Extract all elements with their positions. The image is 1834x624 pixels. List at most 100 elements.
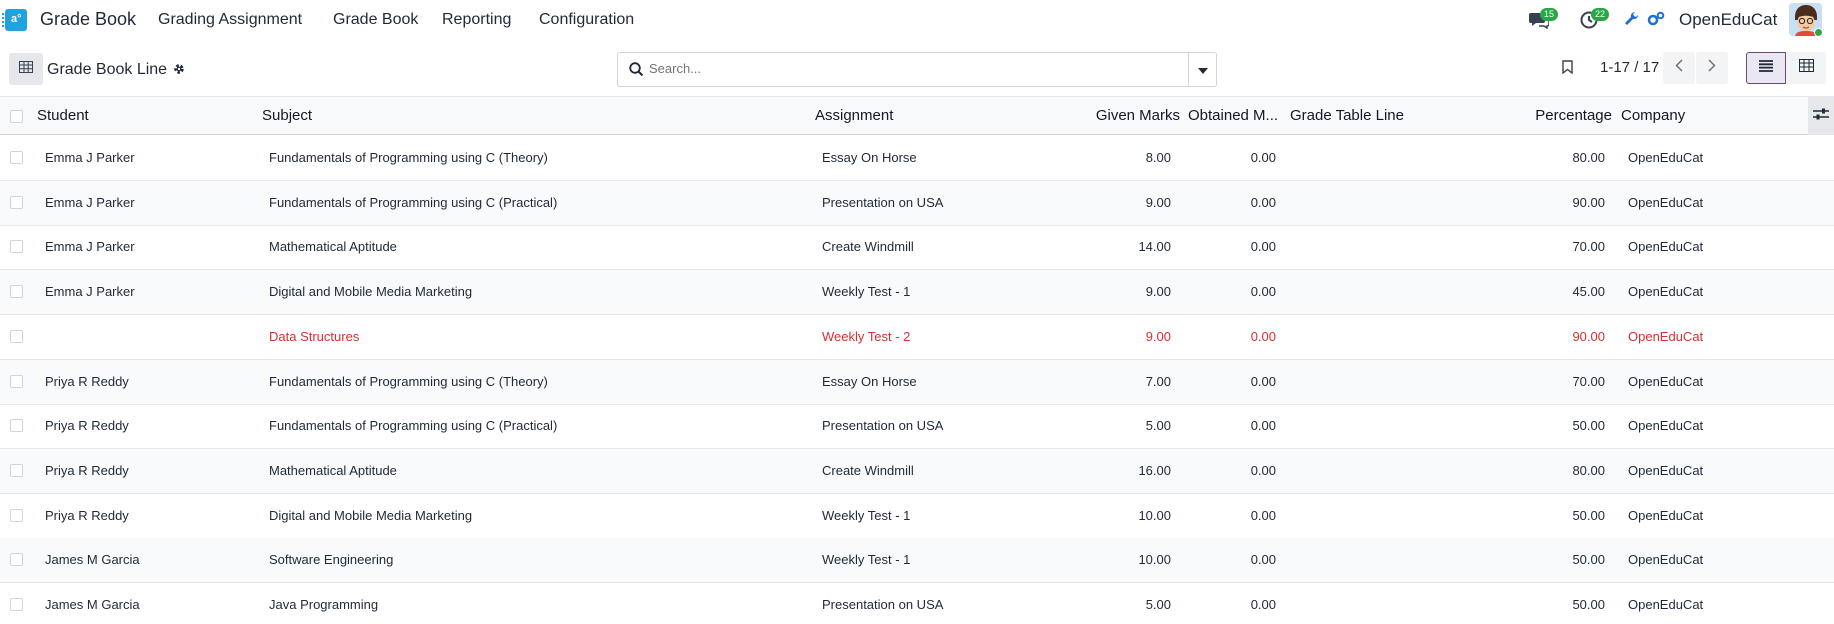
menu-grade-book[interactable]: Grade Book <box>333 11 418 29</box>
row-checkbox[interactable] <box>10 419 23 433</box>
cell-company: OpenEduCat <box>1628 284 1704 300</box>
table-row[interactable]: Emma J Parker Fundamentals of Programming… <box>0 136 1834 181</box>
table-row[interactable]: James M Garcia Software Engineering Weekly… <box>0 538 1834 584</box>
company-switcher[interactable]: OpenEduCat <box>1679 10 1777 30</box>
cell-student: Priya R Reddy <box>45 507 129 523</box>
cell-obtained-marks: 0.00 <box>1250 373 1276 389</box>
cell-subject: Data Structures <box>269 328 360 344</box>
app-icon[interactable]: a° <box>2 9 27 31</box>
cell-subject: Software Engineering <box>269 552 394 568</box>
cell-assignment: Weekly Test - 1 <box>822 552 911 568</box>
search-options-toggle[interactable] <box>1188 53 1216 86</box>
avatar[interactable] <box>1789 3 1822 36</box>
table-row[interactable]: Emma J Parker Fundamentals of Programming… <box>0 180 1834 226</box>
messages-badge: 15 <box>1540 8 1559 21</box>
cell-percentage: 50.00 <box>1572 507 1605 523</box>
pager-previous-button[interactable] <box>1663 52 1695 84</box>
column-header-subject[interactable]: Subject <box>262 107 312 124</box>
cell-subject: Fundamentals of Programming using C (The… <box>269 150 548 165</box>
cell-company: OpenEduCat <box>1628 552 1704 568</box>
list-view-button[interactable] <box>1746 52 1786 84</box>
sidebar-toggle-button[interactable] <box>9 53 43 85</box>
cell-student: James M Garcia <box>45 552 140 568</box>
app-brand[interactable]: Grade Book <box>40 9 136 30</box>
chevron-left-icon <box>1675 59 1683 77</box>
cell-student: James M Garcia <box>45 597 140 612</box>
row-checkbox[interactable] <box>10 553 23 567</box>
cell-given-marks: 9.00 <box>1145 284 1171 300</box>
row-checkbox[interactable] <box>10 285 23 299</box>
cell-subject: Fundamentals of Programming using C (Pra… <box>269 418 558 434</box>
cell-obtained-marks: 0.00 <box>1250 194 1276 210</box>
pager-next-button[interactable] <box>1696 52 1728 84</box>
cell-percentage: 80.00 <box>1572 462 1605 478</box>
column-header-percentage[interactable]: Percentage <box>1515 107 1612 124</box>
column-header-obtained-marks[interactable]: Obtained M... <box>1188 107 1278 124</box>
row-checkbox[interactable] <box>10 374 23 388</box>
cell-percentage: 90.00 <box>1572 328 1605 344</box>
cell-percentage: 70.00 <box>1572 239 1605 255</box>
gear-icon[interactable] <box>172 62 186 81</box>
row-checkbox[interactable] <box>10 151 23 164</box>
search-input[interactable] <box>649 61 1179 76</box>
cell-given-marks: 9.00 <box>1145 328 1171 344</box>
row-checkbox[interactable] <box>10 598 23 611</box>
pivot-view-button[interactable] <box>1786 52 1826 84</box>
cell-assignment: Presentation on USA <box>822 194 944 210</box>
column-header-assignment[interactable]: Assignment <box>815 107 893 124</box>
cell-percentage: 45.00 <box>1572 284 1605 300</box>
select-all-checkbox[interactable] <box>10 110 23 123</box>
table-row[interactable]: Priya R Reddy Fundamentals of Programming… <box>0 359 1834 405</box>
online-status-indicator <box>1814 28 1822 36</box>
cell-percentage: 50.00 <box>1572 597 1605 612</box>
cell-obtained-marks: 0.00 <box>1250 462 1276 478</box>
cell-percentage: 50.00 <box>1572 418 1605 434</box>
cell-student: Emma J Parker <box>45 239 135 255</box>
pager-value[interactable]: 1-17 / 17 <box>1600 59 1659 76</box>
row-checkbox[interactable] <box>10 240 23 254</box>
cell-company: OpenEduCat <box>1628 597 1704 612</box>
clock-icon[interactable]: 22 <box>1580 8 1610 29</box>
cell-percentage: 70.00 <box>1572 373 1605 389</box>
column-header-given-marks[interactable]: Given Marks <box>1090 107 1180 124</box>
cell-student: Emma J Parker <box>45 194 135 210</box>
settings-icon[interactable] <box>1647 11 1665 29</box>
row-checkbox[interactable] <box>10 195 23 209</box>
cell-subject: Java Programming <box>269 597 379 612</box>
row-checkbox[interactable] <box>10 508 23 522</box>
column-header-grade-table-line[interactable]: Grade Table Line <box>1290 107 1404 124</box>
optional-columns-toggle[interactable] <box>1808 97 1834 135</box>
cell-obtained-marks: 0.00 <box>1250 418 1276 434</box>
menu-reporting[interactable]: Reporting <box>442 11 511 29</box>
table-row[interactable]: Data Structures Weekly Test - 2 9.00 0.00 90… <box>0 315 1834 360</box>
menu-configuration[interactable]: Configuration <box>539 11 634 29</box>
bookmark-icon[interactable] <box>1562 60 1573 79</box>
table-row[interactable]: Priya R Reddy Mathematical Aptitude Create… <box>0 448 1834 494</box>
cell-assignment: Presentation on USA <box>822 418 944 434</box>
chat-icon[interactable]: 15 <box>1529 8 1559 30</box>
table-row[interactable]: James M Garcia Java Programming Presentati… <box>0 583 1834 624</box>
cell-company: OpenEduCat <box>1628 373 1704 389</box>
table-row[interactable]: Priya R Reddy Digital and Mobile Media Ma… <box>0 494 1834 539</box>
column-header-company[interactable]: Company <box>1621 107 1685 124</box>
row-checkbox[interactable] <box>10 329 23 343</box>
table-row[interactable]: Priya R Reddy Fundamentals of Programming… <box>0 404 1834 450</box>
cell-company: OpenEduCat <box>1628 328 1704 344</box>
menu-grading-assignment[interactable]: Grading Assignment <box>158 11 302 29</box>
column-header-student[interactable]: Student <box>37 107 89 124</box>
table-row[interactable]: Emma J Parker Mathematical Aptitude Create… <box>0 225 1834 271</box>
cell-assignment: Weekly Test - 2 <box>822 328 911 344</box>
search-icon <box>629 62 644 82</box>
table-row[interactable]: Emma J Parker Digital and Mobile Media Ma… <box>0 270 1834 316</box>
search-bar[interactable] <box>617 52 1217 87</box>
cell-subject: Mathematical Aptitude <box>269 239 397 255</box>
cell-subject: Digital and Mobile Media Marketing <box>269 507 473 523</box>
optional-columns-icon <box>1813 107 1829 125</box>
cell-subject: Fundamentals of Programming using C (The… <box>269 373 548 389</box>
wrench-icon[interactable] <box>1624 11 1639 29</box>
list-view-icon <box>1759 59 1773 77</box>
cell-subject: Digital and Mobile Media Marketing <box>269 284 473 300</box>
cell-assignment: Create Windmill <box>822 462 914 478</box>
row-checkbox[interactable] <box>10 463 23 477</box>
top-navbar: a° Grade Book Grading Assignment Grade B… <box>0 0 1834 40</box>
